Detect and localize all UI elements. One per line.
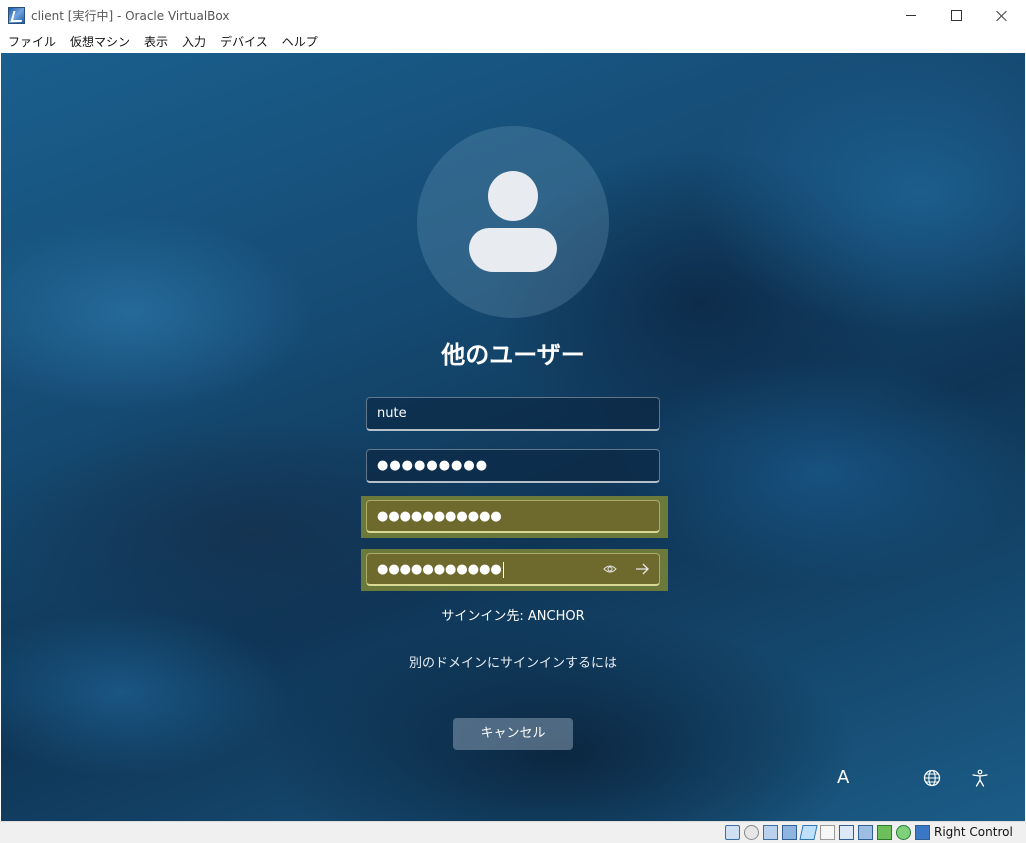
hard-disk-icon[interactable] bbox=[725, 825, 740, 840]
username-input[interactable]: nute bbox=[366, 397, 660, 431]
ime-mode-icon[interactable]: A bbox=[837, 767, 849, 788]
status-bar: Right Control bbox=[0, 821, 1026, 843]
recording-icon[interactable] bbox=[858, 825, 873, 840]
cancel-button[interactable]: キャンセル bbox=[453, 718, 573, 750]
cpu-vt-icon[interactable] bbox=[877, 825, 892, 840]
menu-bar: ファイル 仮想マシン 表示 入力 デバイス ヘルプ bbox=[0, 31, 1026, 53]
optical-drive-icon[interactable] bbox=[744, 825, 759, 840]
user-avatar bbox=[417, 126, 609, 318]
confirm-password-input[interactable]: ●●●●●●●●●●● bbox=[366, 553, 660, 586]
maximize-icon bbox=[950, 10, 962, 21]
virtualbox-app-icon bbox=[8, 7, 25, 24]
maximize-button[interactable] bbox=[933, 0, 979, 31]
close-icon bbox=[996, 10, 1008, 22]
network-adapter-icon[interactable] bbox=[782, 825, 797, 840]
menu-devices[interactable]: デバイス bbox=[213, 31, 275, 53]
submit-arrow-icon[interactable] bbox=[634, 560, 650, 578]
confirm-password-highlight: ●●●●●●●●●●● bbox=[361, 549, 668, 591]
network-globe-icon[interactable] bbox=[923, 769, 941, 787]
shared-folders-icon[interactable] bbox=[820, 825, 835, 840]
minimize-button[interactable] bbox=[888, 0, 934, 31]
minimize-icon bbox=[906, 15, 916, 16]
accessibility-icon[interactable] bbox=[971, 769, 989, 787]
other-domain-link[interactable]: 別のドメインにサインインするには bbox=[1, 652, 1025, 671]
avatar-head bbox=[488, 171, 538, 221]
usb-icon[interactable] bbox=[799, 825, 818, 840]
audio-icon[interactable] bbox=[763, 825, 778, 840]
mouse-integration-icon[interactable] bbox=[915, 825, 930, 840]
host-key-label: Right Control bbox=[934, 825, 1013, 839]
menu-view[interactable]: 表示 bbox=[137, 31, 175, 53]
title-bar: client [実行中] - Oracle VirtualBox bbox=[0, 0, 1026, 31]
window-title: client [実行中] - Oracle VirtualBox bbox=[31, 9, 230, 23]
avatar-body bbox=[469, 228, 557, 272]
menu-machine[interactable]: 仮想マシン bbox=[63, 31, 137, 53]
guest-additions-icon[interactable] bbox=[896, 825, 911, 840]
vm-display[interactable]: 他のユーザー nute ●●●●●●●●● ●●●●●●●●●●● ●●●●●●… bbox=[1, 53, 1025, 821]
new-password-input[interactable]: ●●●●●●●●●●● bbox=[366, 500, 660, 533]
display-icon[interactable] bbox=[839, 825, 854, 840]
new-password-highlight: ●●●●●●●●●●● bbox=[361, 496, 668, 538]
current-password-input[interactable]: ●●●●●●●●● bbox=[366, 449, 660, 483]
sign-in-domain-label: サインイン先: ANCHOR bbox=[441, 609, 585, 624]
close-button[interactable] bbox=[979, 0, 1025, 31]
reveal-password-eye-icon[interactable] bbox=[603, 562, 617, 576]
menu-file[interactable]: ファイル bbox=[0, 31, 63, 53]
menu-help[interactable]: ヘルプ bbox=[275, 31, 325, 53]
new-password-mask: ●●●●●●●●●●● bbox=[377, 509, 502, 524]
text-caret bbox=[502, 561, 504, 578]
user-heading: 他のユーザー bbox=[441, 341, 585, 369]
menu-input[interactable]: 入力 bbox=[175, 31, 213, 53]
confirm-password-mask: ●●●●●●●●●●● bbox=[377, 562, 502, 577]
